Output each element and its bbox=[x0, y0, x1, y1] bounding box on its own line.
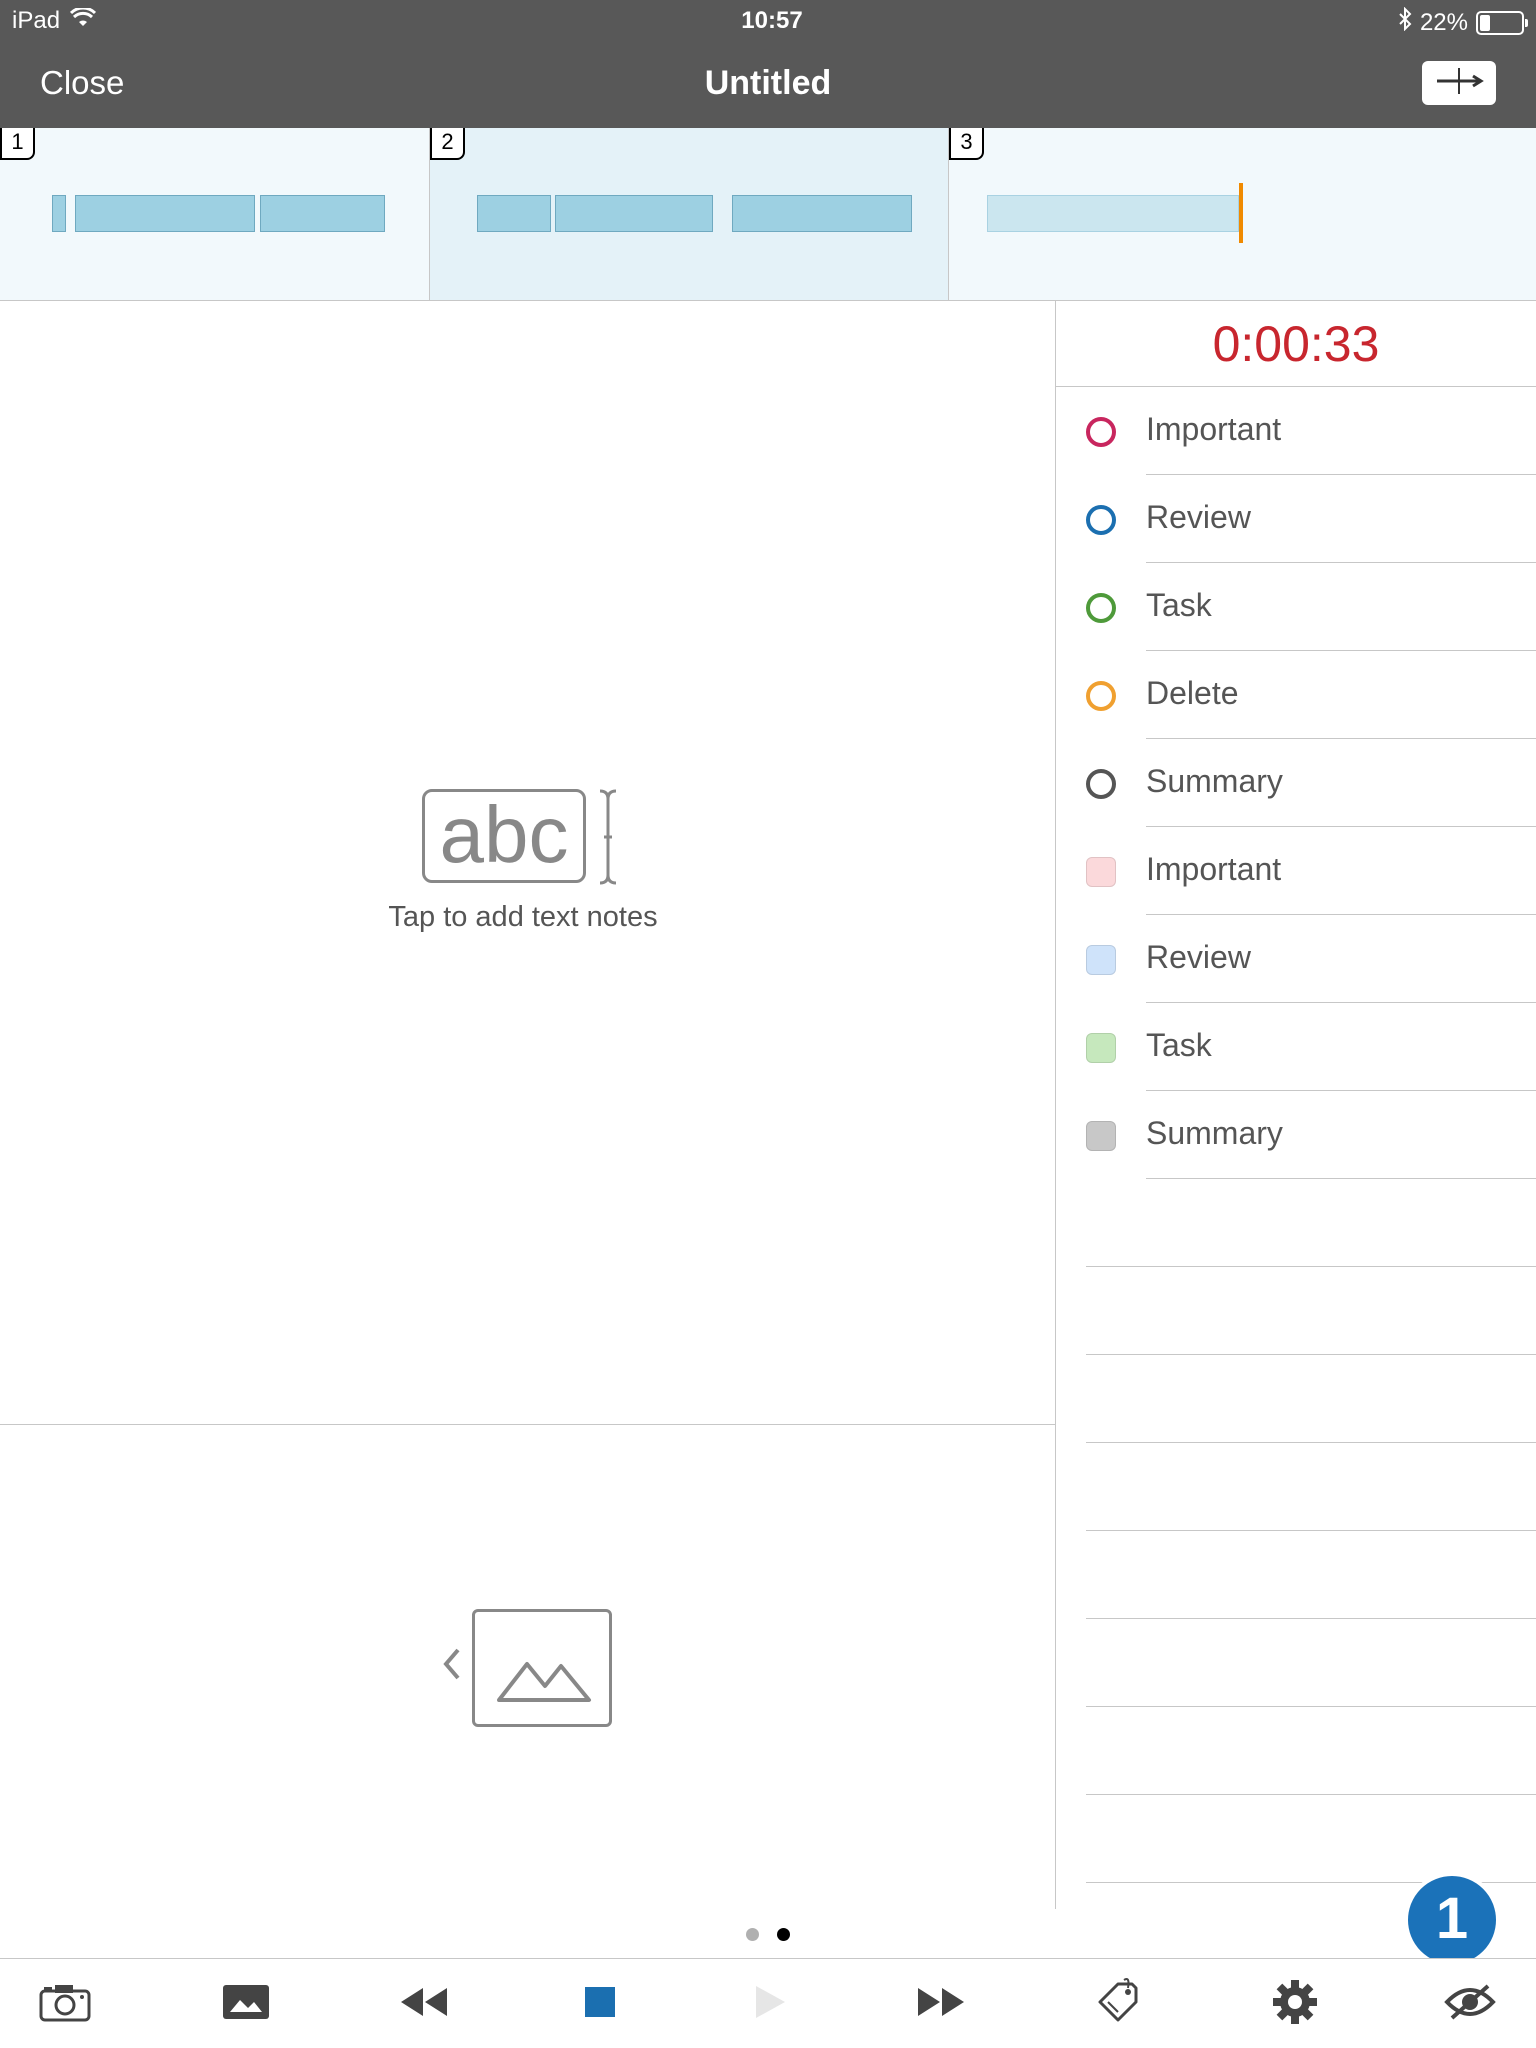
audio-segment bbox=[75, 195, 255, 232]
bluetooth-icon bbox=[1398, 6, 1412, 38]
page-dot-current bbox=[777, 1928, 790, 1941]
recording-timer: 0:00:33 bbox=[1056, 301, 1536, 387]
chevron-left-icon bbox=[440, 1646, 464, 1687]
photo-library-button[interactable] bbox=[216, 1979, 276, 2029]
tag-list: Important Review Task Delete Summary Imp… bbox=[1056, 387, 1536, 1883]
circle-tag-icon bbox=[1086, 593, 1116, 623]
recording-tracks: 1 2 3 bbox=[0, 128, 1536, 301]
audio-segment bbox=[987, 195, 1239, 232]
track-number: 2 bbox=[430, 128, 465, 160]
photo-icon bbox=[222, 1984, 270, 2025]
circle-tag-icon bbox=[1086, 769, 1116, 799]
tag-icon bbox=[1094, 1977, 1142, 2031]
circle-tag-icon bbox=[1086, 505, 1116, 535]
highlight-swatch-icon bbox=[1086, 1033, 1116, 1063]
empty-row bbox=[1056, 1443, 1536, 1531]
page-dot bbox=[746, 1928, 759, 1941]
track-2[interactable]: 2 bbox=[430, 128, 949, 300]
highlight-swatch-icon bbox=[1086, 1121, 1116, 1151]
tag-label: Delete bbox=[1146, 675, 1239, 711]
fast-forward-button[interactable] bbox=[912, 1979, 972, 2029]
tag-label: Review bbox=[1146, 939, 1251, 975]
rewind-button[interactable] bbox=[393, 1979, 453, 2029]
split-icon bbox=[1433, 66, 1485, 101]
status-time: 10:57 bbox=[741, 7, 803, 34]
split-recording-button[interactable] bbox=[1422, 61, 1496, 105]
empty-row bbox=[1056, 1179, 1536, 1267]
text-notes-hint: Tap to add text notes bbox=[388, 901, 658, 933]
tag-button[interactable] bbox=[1088, 1977, 1148, 2031]
hide-button[interactable] bbox=[1440, 1979, 1500, 2029]
highlight-item-summary[interactable]: Summary bbox=[1056, 1091, 1536, 1179]
settings-gear-icon bbox=[1271, 1978, 1319, 2031]
navigation-bar: Close Untitled bbox=[0, 40, 1536, 128]
text-notes-pane[interactable]: abc Tap to add text notes bbox=[0, 301, 1055, 1425]
empty-row bbox=[1056, 1531, 1536, 1619]
notification-badge[interactable]: 1 bbox=[1404, 1872, 1500, 1968]
fast-forward-icon bbox=[916, 1986, 968, 2023]
playhead[interactable] bbox=[1239, 183, 1243, 243]
audio-segment bbox=[52, 195, 66, 232]
camera-button[interactable] bbox=[35, 1979, 95, 2029]
highlight-item-important[interactable]: Important bbox=[1056, 827, 1536, 915]
track-1[interactable]: 1 bbox=[0, 128, 430, 300]
notes-area: abc Tap to add text notes bbox=[0, 301, 1056, 1909]
camera-icon bbox=[39, 1982, 91, 2027]
status-bar: iPad 10:57 22% bbox=[0, 0, 1536, 40]
settings-button[interactable] bbox=[1265, 1979, 1325, 2029]
audio-segment bbox=[732, 195, 912, 232]
audio-segment bbox=[477, 195, 551, 232]
tag-item-delete[interactable]: Delete bbox=[1056, 651, 1536, 739]
tag-item-summary[interactable]: Summary bbox=[1056, 739, 1536, 827]
highlight-item-review[interactable]: Review bbox=[1056, 915, 1536, 1003]
hide-eye-icon bbox=[1444, 1982, 1496, 2027]
audio-segment bbox=[260, 195, 385, 232]
tags-panel: 0:00:33 Important Review Task Delete Sum… bbox=[1056, 301, 1536, 1909]
highlight-item-task[interactable]: Task bbox=[1056, 1003, 1536, 1091]
play-icon bbox=[753, 1984, 787, 2025]
highlight-swatch-icon bbox=[1086, 945, 1116, 975]
audio-segment bbox=[555, 195, 713, 232]
circle-tag-icon bbox=[1086, 417, 1116, 447]
tag-label: Important bbox=[1146, 851, 1282, 887]
empty-row bbox=[1056, 1355, 1536, 1443]
bottom-toolbar bbox=[0, 1958, 1536, 2048]
empty-row bbox=[1056, 1619, 1536, 1707]
tag-label: Summary bbox=[1146, 763, 1283, 799]
circle-tag-icon bbox=[1086, 681, 1116, 711]
track-number: 3 bbox=[949, 128, 984, 160]
empty-row bbox=[1056, 1707, 1536, 1795]
battery-percent: 22% bbox=[1419, 8, 1468, 36]
tag-item-review[interactable]: Review bbox=[1056, 475, 1536, 563]
tag-label: Task bbox=[1146, 587, 1212, 623]
tag-label: Task bbox=[1146, 1027, 1212, 1063]
tag-item-important[interactable]: Important bbox=[1056, 387, 1536, 475]
page-indicator[interactable] bbox=[746, 1928, 790, 1941]
play-button[interactable] bbox=[740, 1979, 800, 2029]
rewind-icon bbox=[397, 1986, 449, 2023]
stop-button[interactable] bbox=[570, 1979, 630, 2029]
battery-icon bbox=[1476, 10, 1528, 35]
track-number: 1 bbox=[0, 128, 35, 160]
document-title: Untitled bbox=[704, 64, 832, 102]
empty-row bbox=[1056, 1795, 1536, 1883]
image-placeholder-icon bbox=[472, 1609, 612, 1727]
tag-label: Important bbox=[1146, 411, 1282, 447]
tag-item-task[interactable]: Task bbox=[1056, 563, 1536, 651]
highlight-swatch-icon bbox=[1086, 857, 1116, 887]
empty-row bbox=[1056, 1267, 1536, 1355]
stop-icon bbox=[584, 1986, 616, 2023]
image-notes-pane[interactable] bbox=[0, 1426, 1055, 1909]
track-3[interactable]: 3 bbox=[949, 128, 1536, 300]
tag-label: Summary bbox=[1146, 1115, 1283, 1151]
text-notes-icon: abc bbox=[422, 789, 586, 883]
tag-label: Review bbox=[1146, 499, 1251, 535]
text-cursor-icon bbox=[596, 789, 620, 890]
